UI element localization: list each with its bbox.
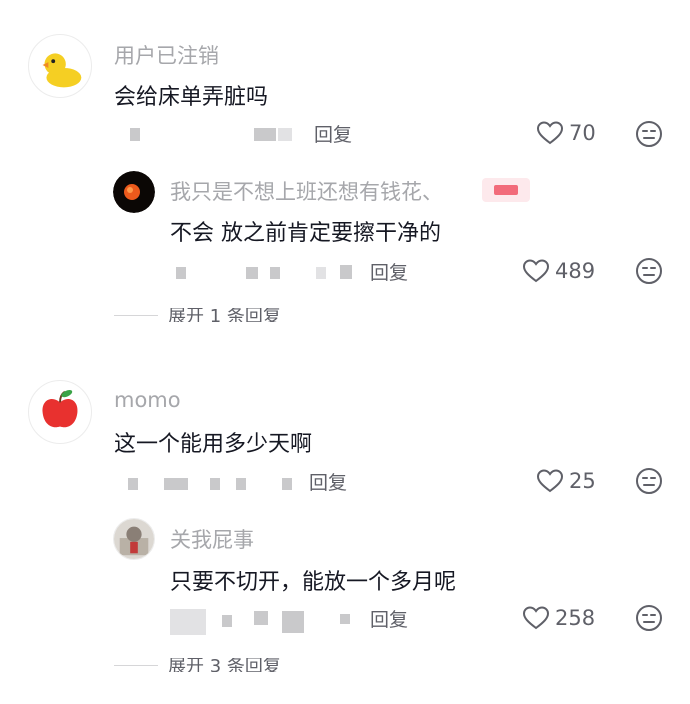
like-button[interactable]: 70 [536,120,596,146]
blurred-location [210,478,220,490]
reply-meta [170,262,370,282]
duck-icon [42,53,82,88]
dislike-button[interactable] [635,467,663,495]
divider-line [114,664,158,666]
blurred-location [316,267,326,279]
blurred-location [282,611,304,633]
blurred-location [254,128,276,141]
reply-username[interactable]: 关我屁事 [170,524,254,554]
avatar[interactable] [28,34,92,98]
avatar[interactable] [113,518,155,560]
blurred-location [340,265,352,279]
reply-username[interactable]: 我只是不想上班还想有钱花、 [170,176,443,206]
like-count: 70 [569,121,596,145]
frown-face-icon [636,258,662,284]
frown-face-icon [636,468,662,494]
blurred-location [340,614,350,624]
heart-outline-icon [536,121,564,145]
reply-button[interactable]: 回复 [309,468,347,495]
reply-button[interactable]: 回复 [370,258,408,285]
fan-badge [482,178,530,202]
dislike-button[interactable] [635,257,663,285]
divider-line [114,314,158,316]
expand-replies-label: 展开 1 条回复 [168,308,281,322]
blurred-date [176,267,186,279]
expand-replies-button[interactable]: 展开 3 条回复 [114,658,281,672]
photo-avatar-icon [114,519,154,559]
comment-username[interactable]: momo [114,388,181,412]
blurred-date [270,267,280,279]
comment-item: momo 这一个能用多少天啊 回复 25 关我屁事 只要不切开，能放一个多月呢 [0,340,690,704]
reply-button[interactable]: 回复 [314,120,352,147]
reply-meta [170,609,370,635]
like-button[interactable]: 25 [536,468,596,494]
heart-outline-icon [536,469,564,493]
reply-text: 不会 放之前肯定要擦干净的 [170,221,441,246]
blurred-date [128,478,138,490]
blurred-date [130,128,140,141]
expand-replies-label: 展开 3 条回复 [168,658,281,672]
comment-text: 会给床单弄脏吗 [114,85,269,110]
comment-meta [114,124,314,144]
dislike-button[interactable] [635,120,663,148]
comment-item: 用户已注销 会给床单弄脏吗 回复 70 我只是不想上班还想有钱花、 不会 放之前… [0,0,690,340]
blurred-date [246,267,258,279]
reply-button[interactable]: 回复 [370,605,408,632]
avatar[interactable] [113,171,155,213]
comment-username[interactable]: 用户已注销 [114,40,219,70]
blurred-date [170,609,206,635]
apple-icon [42,389,78,428]
like-count: 489 [555,259,596,283]
like-button[interactable]: 258 [522,605,595,631]
comment-text: 这一个能用多少天啊 [114,432,313,457]
like-count: 25 [569,469,596,493]
heart-outline-icon [522,606,550,630]
like-button[interactable]: 489 [522,258,595,284]
blurred-location [236,478,246,490]
blurred-date [164,478,188,490]
comment-meta [114,473,314,493]
avatar[interactable] [28,380,92,444]
heart-outline-icon [522,259,550,283]
blurred-location [278,128,292,141]
like-count: 258 [555,606,596,630]
blurred-date [222,615,232,627]
dislike-button[interactable] [635,604,663,632]
reply-text: 只要不切开，能放一个多月呢 [170,570,457,595]
expand-replies-button[interactable]: 展开 1 条回复 [114,308,281,322]
blurred-location [282,478,292,490]
frown-face-icon [636,121,662,147]
frown-face-icon [636,605,662,631]
orange-dot-icon [113,171,155,213]
blurred-date [254,611,268,625]
